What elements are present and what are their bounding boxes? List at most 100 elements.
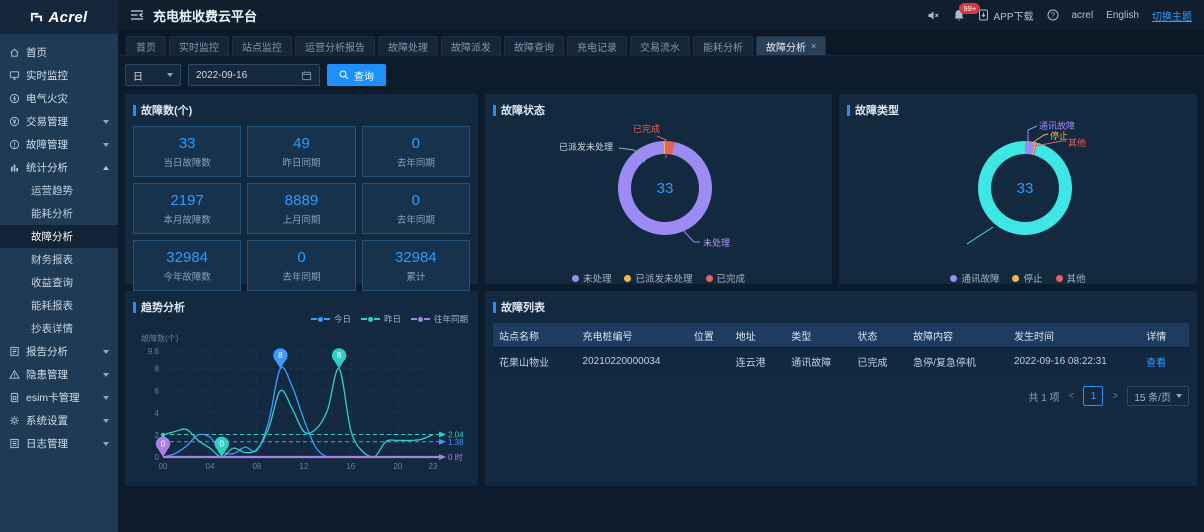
- notification-badge: 99+: [959, 3, 980, 14]
- chevron-down-icon: [103, 419, 109, 423]
- donut-center-value: 33: [991, 154, 1059, 222]
- tab-transaction-flow[interactable]: 交易流水: [630, 36, 690, 55]
- top-header: 充电桩收费云平台 99+ APP下载 ? acrel English: [118, 0, 1204, 30]
- top-panels-row: 故障数(个) 33当日故障数 49昨日同期 0去年同期 2197本月故障数 88…: [125, 94, 1197, 284]
- alert-circle-icon: [9, 139, 20, 150]
- help-button[interactable]: ?: [1047, 9, 1059, 21]
- log-file-icon: [9, 438, 20, 449]
- tab-fault-analysis[interactable]: 故障分析 ×: [756, 36, 826, 55]
- period-select[interactable]: 日: [125, 64, 181, 86]
- stat-box-lastyear-month: 0去年同期: [362, 183, 470, 234]
- panel-fault-list: 故障列表 站点名称 充电桩编号 位置 地址 类型 状态 故障内容 发生时间: [485, 291, 1197, 486]
- fault-type-chart: 33 通讯故障 停止 其他: [847, 120, 1189, 268]
- calendar-icon: [301, 70, 312, 81]
- svg-text:0: 0: [155, 453, 160, 462]
- sidebar-item-home[interactable]: 首页: [0, 41, 118, 64]
- chevron-down-icon: [103, 373, 109, 377]
- panel-trend-analysis: 趋势分析 今日昨日往年同期 故障数(个)024689.6000408121620…: [125, 291, 478, 486]
- collapse-sidebar-icon[interactable]: [130, 9, 144, 21]
- notifications-button[interactable]: 99+: [953, 9, 965, 22]
- legend-item[interactable]: 已完成: [706, 271, 746, 285]
- app-root: Acrel 首页 实时监控 电气火灾 交易管理 故障管理: [0, 0, 1204, 532]
- svg-text:9.6: 9.6: [148, 347, 160, 356]
- sidebar-item-esim-mgmt[interactable]: esim卡管理: [0, 386, 118, 409]
- sidebar-item-report-analysis[interactable]: 报告分析: [0, 340, 118, 363]
- tab-charge-record[interactable]: 充电记录: [567, 36, 627, 55]
- language-switch[interactable]: English: [1106, 10, 1139, 21]
- svg-text:04: 04: [206, 462, 215, 471]
- svg-text:8: 8: [155, 365, 160, 374]
- sidebar-item-transaction-mgmt[interactable]: 交易管理: [0, 110, 118, 133]
- bottom-panels-row: 趋势分析 今日昨日往年同期 故障数(个)024689.6000408121620…: [125, 291, 1197, 486]
- page-number-button[interactable]: 1: [1083, 386, 1103, 406]
- username[interactable]: acrel: [1072, 10, 1094, 21]
- sidebar-item-realtime-monitor[interactable]: 实时监控: [0, 64, 118, 87]
- tab-fault-dispatch[interactable]: 故障派发: [441, 36, 501, 55]
- legend-item[interactable]: 通讯故障: [950, 271, 999, 285]
- report-icon: [9, 346, 20, 357]
- close-tab-icon[interactable]: ×: [811, 41, 816, 51]
- theme-switch-link[interactable]: 切换主题: [1152, 8, 1192, 23]
- table-row: 花果山物业 20210220000034 连云港 通讯故障 已完成 急停/复急停…: [493, 348, 1189, 375]
- chevron-down-icon: [167, 73, 173, 77]
- home-icon: [9, 47, 20, 58]
- tab-fault-handle[interactable]: 故障处理: [378, 36, 438, 55]
- sidebar-item-system-settings[interactable]: 系统设置: [0, 409, 118, 432]
- legend-dot: [1012, 275, 1019, 282]
- trend-legend-item[interactable]: 昨日: [361, 313, 401, 325]
- pagination-total: 共 1 项: [1029, 389, 1060, 404]
- date-picker[interactable]: [188, 64, 320, 86]
- sidebar-sub-energy-analysis[interactable]: 能耗分析: [0, 202, 118, 225]
- trend-legend-item[interactable]: 今日: [311, 313, 351, 325]
- yuan-circle-icon: [9, 116, 20, 127]
- page-title: 充电桩收费云平台: [153, 6, 257, 25]
- sidebar-sub-fault-analysis[interactable]: 故障分析: [0, 225, 118, 248]
- tab-station-monitor[interactable]: 站点监控: [232, 36, 292, 55]
- next-page-button[interactable]: >: [1110, 391, 1120, 402]
- sidebar-item-stat-analysis[interactable]: 统计分析: [0, 156, 118, 179]
- tab-operation-report[interactable]: 运营分析报告: [295, 36, 375, 55]
- stat-box-lastyear-year: 0去年同期: [247, 240, 355, 291]
- sidebar-sub-meter-detail[interactable]: 抄表详情: [0, 317, 118, 340]
- legend-item[interactable]: 其他: [1056, 271, 1086, 285]
- tab-energy-analysis[interactable]: 能耗分析: [693, 36, 753, 55]
- sidebar-item-hazard-mgmt[interactable]: 隐患管理: [0, 363, 118, 386]
- donut-ring: 33: [618, 141, 712, 235]
- legend-item[interactable]: 未处理: [572, 271, 612, 285]
- date-input[interactable]: [196, 70, 276, 81]
- search-button[interactable]: 查询: [327, 64, 386, 86]
- tab-fault-query[interactable]: 故障查询: [504, 36, 564, 55]
- svg-text:23: 23: [429, 462, 438, 471]
- page-size-select[interactable]: 15 条/页: [1127, 386, 1189, 406]
- view-detail-link[interactable]: 查看: [1146, 358, 1166, 369]
- tab-home[interactable]: 首页: [126, 36, 166, 55]
- svg-text:00: 00: [159, 462, 168, 471]
- svg-text:故障数(个): 故障数(个): [141, 333, 179, 343]
- legend-dot: [624, 275, 631, 282]
- sidebar-sub-finance-report[interactable]: 财务报表: [0, 248, 118, 271]
- prev-page-button[interactable]: <: [1067, 391, 1077, 402]
- panel-title: 故障数(个): [133, 102, 470, 118]
- fault-table: 站点名称 充电桩编号 位置 地址 类型 状态 故障内容 发生时间 详情 花果山物…: [493, 323, 1189, 374]
- mute-button[interactable]: [927, 9, 940, 22]
- title-accent-bar: [847, 105, 850, 116]
- legend-item[interactable]: 停止: [1012, 271, 1042, 285]
- legend-item[interactable]: 已派发未处理: [624, 271, 692, 285]
- sidebar-sub-energy-report[interactable]: 能耗报表: [0, 294, 118, 317]
- sidebar-sub-operation-trend[interactable]: 运营趋势: [0, 179, 118, 202]
- bar-chart-icon: [9, 162, 20, 173]
- sidebar-item-fault-mgmt[interactable]: 故障管理: [0, 133, 118, 156]
- legend-dot: [1056, 275, 1063, 282]
- sidebar-item-electric-fire[interactable]: 电气火灾: [0, 87, 118, 110]
- trend-legend-item[interactable]: 往年同期: [411, 313, 468, 325]
- sidebar-item-log-mgmt[interactable]: 日志管理: [0, 432, 118, 455]
- logo: Acrel: [0, 0, 118, 34]
- tab-realtime-monitor[interactable]: 实时监控: [169, 36, 229, 55]
- title-accent-bar: [493, 302, 496, 313]
- svg-text:08: 08: [252, 462, 261, 471]
- sidebar-sub-revenue-query[interactable]: 收益查询: [0, 271, 118, 294]
- app-download-button[interactable]: APP下载: [978, 8, 1033, 23]
- download-phone-icon: [978, 9, 989, 21]
- callout-completed: 已完成: [633, 122, 660, 135]
- svg-text:0: 0: [219, 440, 224, 449]
